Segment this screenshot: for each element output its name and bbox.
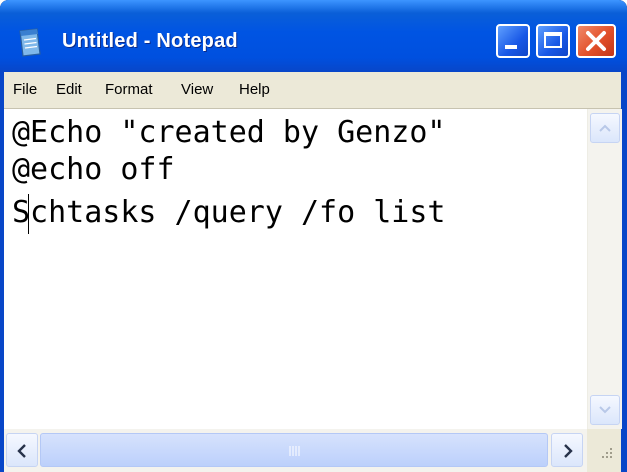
close-icon	[586, 31, 606, 51]
text-editor[interactable]: @Echo "created by Genzo" @echo off Schta…	[4, 109, 587, 429]
menu-file[interactable]: File	[13, 81, 37, 98]
minimize-button[interactable]	[496, 24, 530, 58]
text-caret	[28, 194, 29, 234]
editor-line-2: @echo off	[12, 152, 175, 187]
horizontal-scrollbar[interactable]	[4, 429, 587, 472]
window-title: Untitled - Notepad	[62, 30, 238, 52]
arrow-left-icon	[17, 444, 26, 458]
notepad-icon	[19, 28, 41, 57]
notepad-window: Untitled - Notepad File Edit Format View…	[0, 0, 627, 472]
minimize-icon	[505, 45, 517, 49]
editor-line-3: Schtasks /query /fo list	[12, 195, 446, 230]
scroll-right-button[interactable]	[551, 433, 583, 467]
title-bar[interactable]: Untitled - Notepad	[0, 0, 627, 72]
close-button[interactable]	[576, 24, 616, 58]
scroll-down-button[interactable]	[590, 395, 620, 425]
arrow-up-icon	[599, 124, 611, 132]
scroll-thumb[interactable]	[40, 433, 548, 467]
menu-edit[interactable]: Edit	[56, 81, 82, 98]
resize-grip[interactable]	[587, 429, 621, 472]
menu-format[interactable]: Format	[105, 81, 153, 98]
menu-view[interactable]: View	[181, 81, 213, 98]
vertical-scrollbar[interactable]	[587, 109, 622, 429]
arrow-down-icon	[599, 406, 611, 414]
maximize-button[interactable]	[536, 24, 570, 58]
scroll-left-button[interactable]	[6, 433, 38, 467]
resize-grip-icon	[602, 448, 612, 458]
menu-help[interactable]: Help	[239, 81, 270, 98]
editor-line-1: @Echo "created by Genzo"	[12, 115, 446, 150]
scroll-up-button[interactable]	[590, 113, 620, 143]
grip-icon	[289, 446, 300, 456]
maximize-icon	[544, 32, 562, 48]
arrow-right-icon	[564, 444, 573, 458]
menu-bar: File Edit Format View Help	[4, 72, 621, 109]
